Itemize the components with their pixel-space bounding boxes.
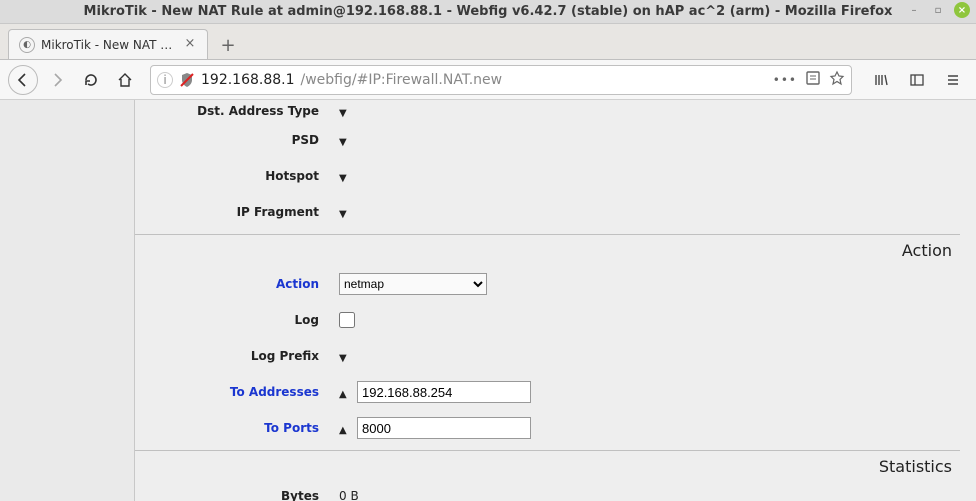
label-action: Action xyxy=(135,277,325,291)
page-viewport: Dst. Address Type PSD Hotspot IP Fragmen… xyxy=(0,100,976,501)
shield-blocked-icon[interactable] xyxy=(179,72,195,88)
section-action: Action xyxy=(135,235,960,266)
page-actions-icon[interactable]: ••• xyxy=(773,73,797,87)
chevron-down-icon[interactable] xyxy=(339,134,351,146)
tab-strip: ◐ MikroTik - New NAT Rule at ad × + xyxy=(0,24,976,60)
urlbar-actions: ••• xyxy=(773,70,845,89)
toolbar-right xyxy=(866,65,968,95)
arrow-left-icon xyxy=(15,72,31,88)
home-icon xyxy=(117,72,133,88)
chevron-up-icon[interactable] xyxy=(339,386,351,398)
forward-button[interactable] xyxy=(42,65,72,95)
label-dst-address-type: Dst. Address Type xyxy=(135,104,325,118)
chevron-down-icon[interactable] xyxy=(339,105,351,117)
row-action: Action netmap xyxy=(135,266,960,302)
row-hotspot: Hotspot xyxy=(135,158,960,194)
row-dst-address-type: Dst. Address Type xyxy=(135,100,960,122)
bookmark-icon[interactable] xyxy=(829,70,845,89)
hamburger-icon xyxy=(945,72,961,88)
label-ip-fragment: IP Fragment xyxy=(135,205,325,219)
section-statistics: Statistics xyxy=(135,451,960,482)
window-controls: – ▫ × xyxy=(906,2,970,18)
home-button[interactable] xyxy=(110,65,140,95)
bytes-value: 0 B xyxy=(339,489,359,501)
url-bar[interactable]: i 192.168.88.1/webfig/#IP:Firewall.NAT.n… xyxy=(150,65,852,95)
tab-label: MikroTik - New NAT Rule at ad xyxy=(41,38,177,52)
menu-button[interactable] xyxy=(938,65,968,95)
webfig-content: Dst. Address Type PSD Hotspot IP Fragmen… xyxy=(135,100,976,501)
back-button[interactable] xyxy=(8,65,38,95)
url-host: 192.168.88.1 xyxy=(201,72,295,88)
row-psd: PSD xyxy=(135,122,960,158)
label-psd: PSD xyxy=(135,133,325,147)
sidebar-icon xyxy=(909,72,925,88)
tab-close-icon[interactable]: × xyxy=(183,38,197,52)
log-checkbox[interactable] xyxy=(339,312,355,328)
label-to-addresses: To Addresses xyxy=(135,385,325,399)
chevron-down-icon[interactable] xyxy=(339,170,351,182)
row-log-prefix: Log Prefix xyxy=(135,338,960,374)
action-select[interactable]: netmap xyxy=(339,273,487,295)
arrow-right-icon xyxy=(49,72,65,88)
window-titlebar: MikroTik - New NAT Rule at admin@192.168… xyxy=(0,0,976,24)
label-bytes: Bytes xyxy=(135,489,325,501)
new-tab-button[interactable]: + xyxy=(214,31,242,59)
chevron-down-icon[interactable] xyxy=(339,206,351,218)
row-to-addresses: To Addresses xyxy=(135,374,960,410)
chevron-up-icon[interactable] xyxy=(339,422,351,434)
label-log: Log xyxy=(135,313,325,327)
window-title: MikroTik - New NAT Rule at admin@192.168… xyxy=(84,4,893,19)
webfig-sidebar[interactable] xyxy=(0,100,135,501)
row-bytes: Bytes 0 B xyxy=(135,482,960,501)
reload-button[interactable] xyxy=(76,65,106,95)
library-icon xyxy=(873,72,889,88)
url-path: /webfig/#IP:Firewall.NAT.new xyxy=(301,72,503,88)
favicon-icon: ◐ xyxy=(19,37,35,53)
row-ip-fragment: IP Fragment xyxy=(135,194,960,230)
sidebar-button[interactable] xyxy=(902,65,932,95)
chevron-down-icon[interactable] xyxy=(339,350,351,362)
row-to-ports: To Ports xyxy=(135,410,960,446)
browser-tab[interactable]: ◐ MikroTik - New NAT Rule at ad × xyxy=(8,29,208,59)
library-button[interactable] xyxy=(866,65,896,95)
label-to-ports: To Ports xyxy=(135,421,325,435)
reader-mode-icon[interactable] xyxy=(805,70,821,89)
to-ports-input[interactable] xyxy=(357,417,531,439)
label-hotspot: Hotspot xyxy=(135,169,325,183)
close-icon[interactable]: × xyxy=(954,2,970,18)
maximize-icon[interactable]: ▫ xyxy=(930,2,946,18)
nav-toolbar: i 192.168.88.1/webfig/#IP:Firewall.NAT.n… xyxy=(0,60,976,100)
label-log-prefix: Log Prefix xyxy=(135,349,325,363)
to-addresses-input[interactable] xyxy=(357,381,531,403)
reload-icon xyxy=(83,72,99,88)
row-log: Log xyxy=(135,302,960,338)
minimize-icon[interactable]: – xyxy=(906,2,922,18)
info-icon[interactable]: i xyxy=(157,72,173,88)
